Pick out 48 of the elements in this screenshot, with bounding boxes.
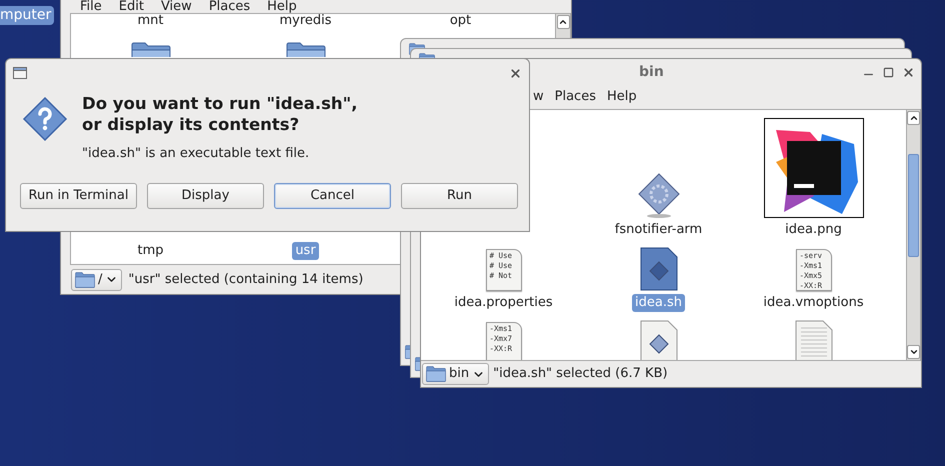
menu-item[interactable]: File [80,0,102,13]
scroll-thumb[interactable] [908,154,919,256]
menu-item[interactable]: Help [267,0,297,13]
dialog-button[interactable]: Run in Terminal [20,182,137,208]
menu-item[interactable]: w [533,87,544,107]
folder-icon [286,42,326,57]
document-icon [794,320,832,360]
scroll-up-button[interactable] [907,111,920,125]
scrollbar[interactable] [906,109,921,361]
scroll-up-button[interactable] [556,15,570,29]
location-button[interactable]: / [71,268,122,290]
file-label[interactable]: idea.png [782,221,845,239]
file-label: opt [450,14,472,29]
menu-item[interactable]: View [160,0,192,13]
menu-item[interactable]: Help [606,87,637,107]
status-text: "idea.sh" selected (6.7 KB) [493,365,668,384]
question-icon [22,96,68,142]
menu-item[interactable]: Places [554,87,596,107]
close-icon[interactable] [509,66,522,80]
maximize-icon[interactable] [883,66,894,78]
chevron-up-icon [558,17,568,27]
file-label[interactable]: fsnotifier-arm [612,221,706,239]
scrollbar[interactable] [556,13,571,39]
chevron-down-icon [908,347,918,357]
dialog-button[interactable]: Cancel [274,182,391,208]
location-button[interactable]: bin [422,363,490,385]
menu-item[interactable]: Places [208,0,250,13]
folder-icon [426,366,446,382]
diamond-gear-icon [636,172,680,218]
file-label[interactable]: idea.vmoptions [760,294,867,312]
dialog-button[interactable]: Display [147,182,264,208]
folder-icon [75,272,95,288]
status-text: "usr" selected (containing 14 items) [128,270,364,289]
file-label[interactable]: tmp [134,242,166,260]
dialog-heading: or display its contents? [82,114,300,135]
file-label: myredis [279,14,332,29]
close-icon[interactable] [902,66,915,78]
window-icon [13,67,27,79]
chevron-up-icon [908,113,918,123]
dialog-button[interactable]: Run [401,182,518,208]
window-title: bin [639,62,664,82]
dialog-message: "idea.sh" is an executable text file. [82,145,310,163]
menu-item[interactable]: Edit [118,0,144,13]
file-label: mnt [138,14,164,29]
dialog-heading: Do you want to run "idea.sh", [82,93,358,114]
folder-icon [130,42,170,57]
file-label[interactable]: idea.properties [451,294,556,312]
scroll-down-button[interactable] [907,345,920,359]
